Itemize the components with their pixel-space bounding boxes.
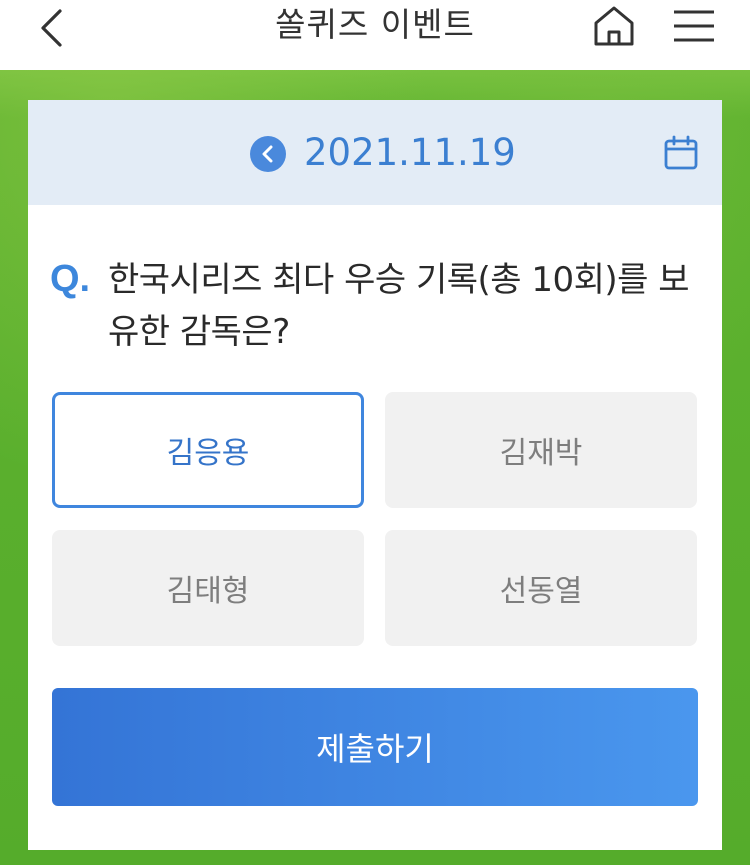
- answer-option-2[interactable]: 김재박: [385, 392, 697, 508]
- answer-option-4[interactable]: 선동열: [385, 530, 697, 646]
- menu-button[interactable]: [668, 2, 720, 50]
- calendar-button[interactable]: [662, 134, 700, 172]
- prev-date-button[interactable]: [250, 136, 286, 172]
- chevron-left-circle-icon: [262, 145, 273, 163]
- top-app-bar: 쏠퀴즈 이벤트: [0, 0, 750, 70]
- question-text: 한국시리즈 최다 우승 기록(총 10회)를 보유한 감독은?: [108, 260, 690, 352]
- date-header: 2021.11.19: [28, 100, 722, 205]
- answer-option-3[interactable]: 김태형: [52, 530, 364, 646]
- submit-button[interactable]: 제출하기: [52, 688, 698, 806]
- quiz-card: 2021.11.19 Q. 한국시리즈 최다 우승 기록(총 10회)를 보유한…: [28, 100, 722, 850]
- question-prefix: Q.: [50, 258, 91, 300]
- quiz-date: 2021.11.19: [304, 131, 516, 174]
- home-button[interactable]: [588, 2, 640, 50]
- answer-option-1[interactable]: 김응용: [52, 392, 364, 508]
- home-icon: [594, 6, 634, 46]
- hamburger-menu-icon: [674, 10, 714, 42]
- calendar-icon: [664, 135, 698, 170]
